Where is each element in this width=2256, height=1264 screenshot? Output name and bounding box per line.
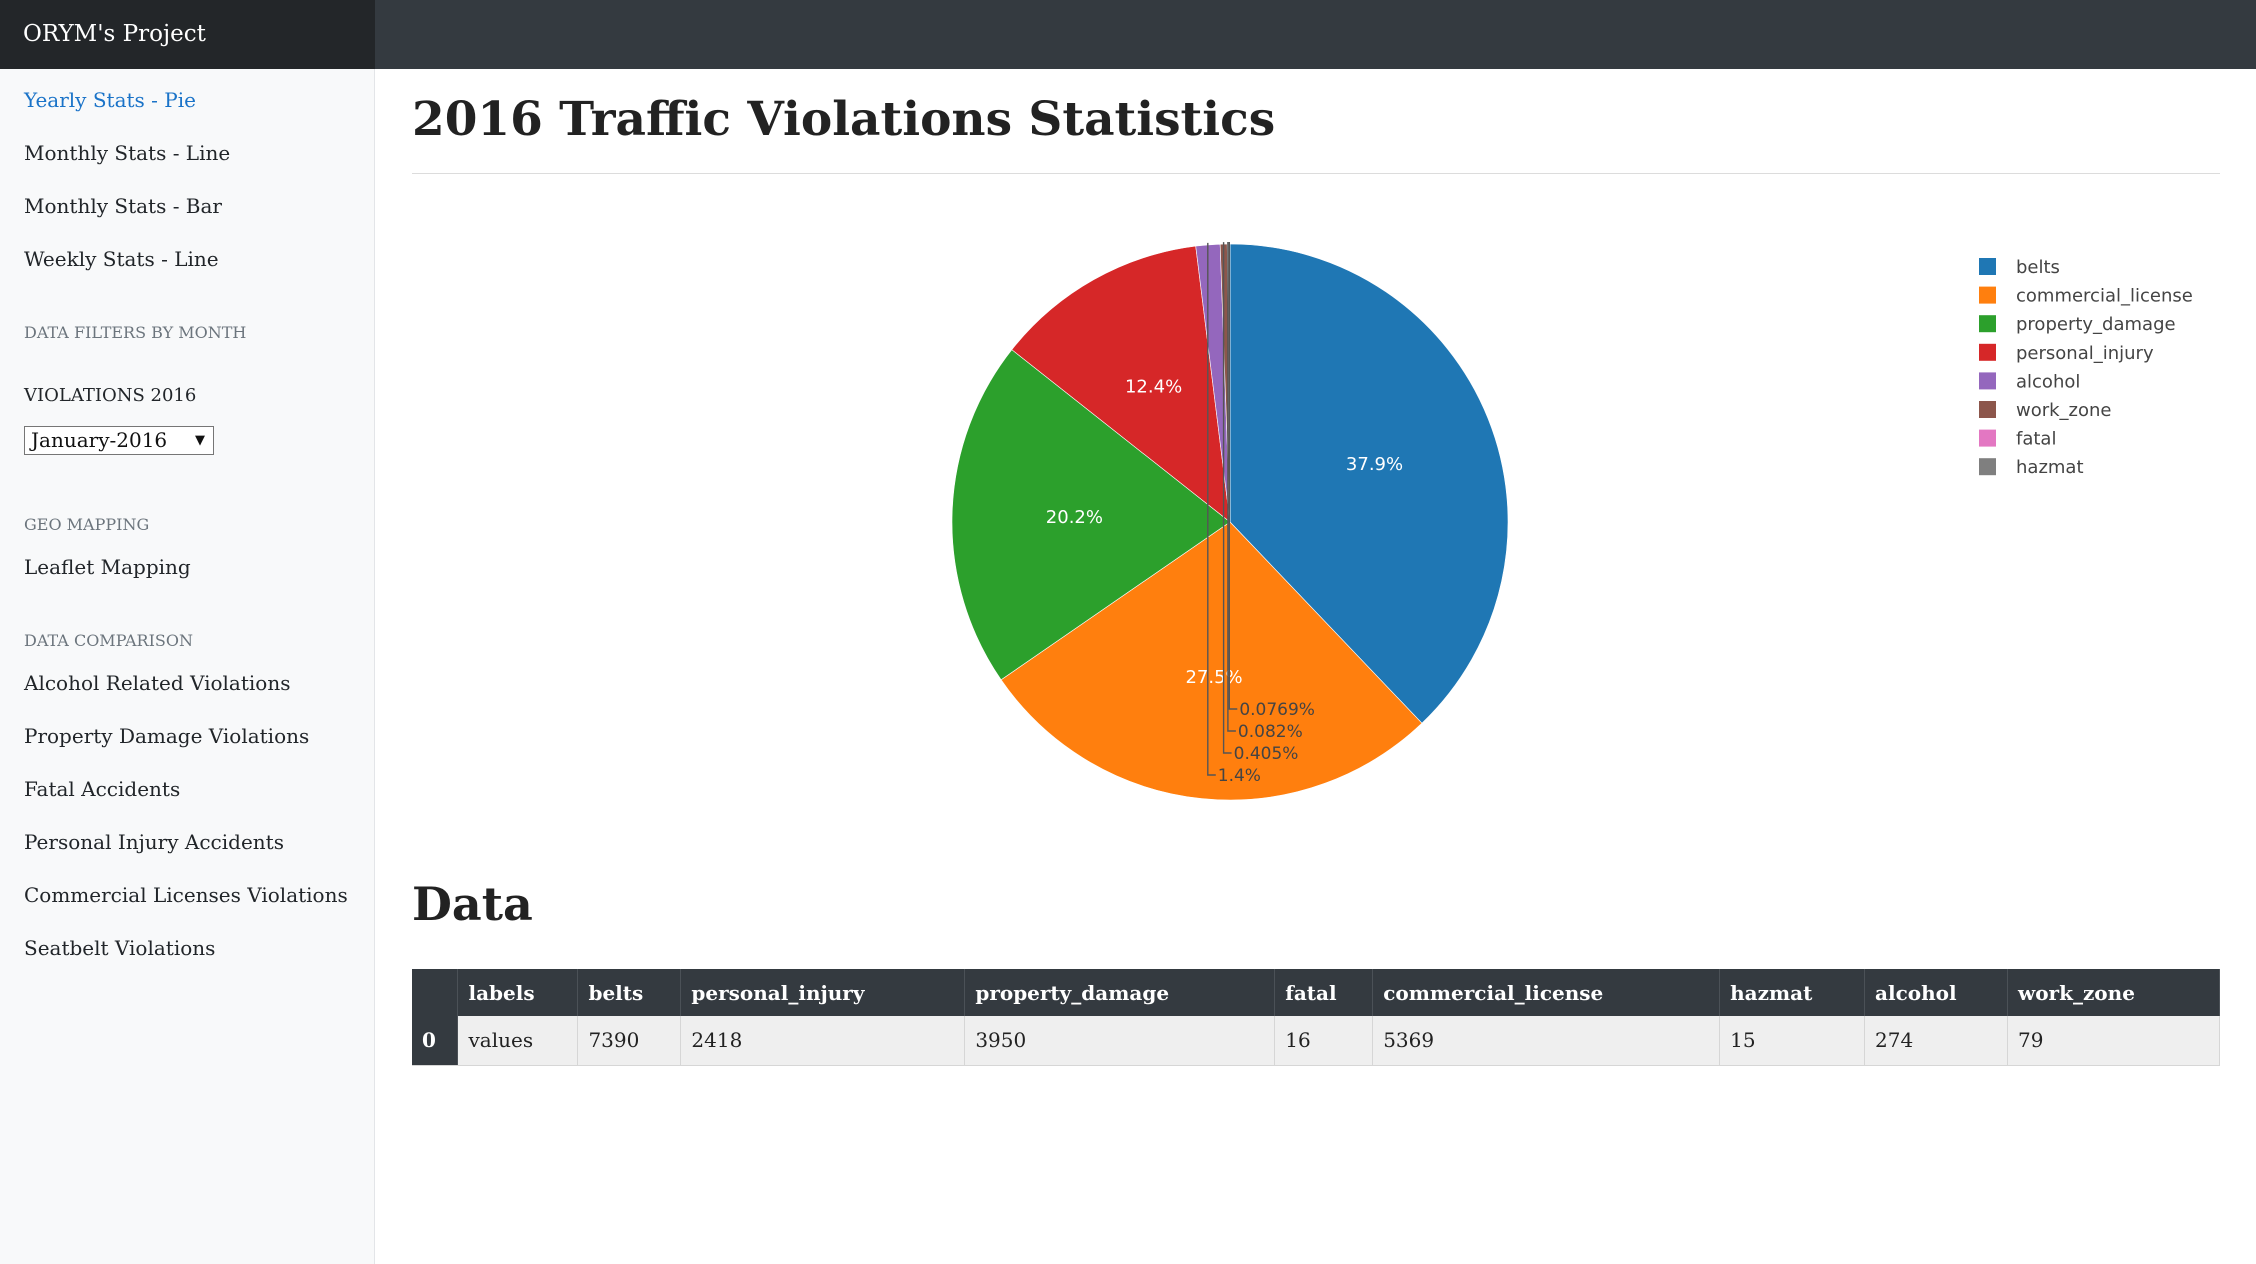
- pie-label-fatal: 0.082%: [1238, 722, 1303, 742]
- nav-alcohol-related-violations[interactable]: Alcohol Related Violations: [24, 671, 290, 695]
- legend-item-fatal[interactable]: fatal: [1979, 429, 2056, 450]
- legend-item-alcohol[interactable]: alcohol: [1979, 371, 2080, 392]
- legend-label: personal_injury: [2016, 343, 2154, 364]
- table-cell: 7390: [577, 1016, 682, 1066]
- legend-swatch: [1979, 458, 1996, 476]
- legend-swatch: [1979, 258, 1996, 275]
- table-row: 0 values 7390 2418 3950 16 5369 15 274 79: [412, 1016, 2220, 1066]
- table-cell: 2418: [680, 1016, 966, 1066]
- legend-item-hazmat[interactable]: hazmat: [1979, 457, 2084, 478]
- pie-label-commercial-license: 27.5%: [1185, 667, 1242, 688]
- nav-monthly-stats-line[interactable]: Monthly Stats - Line: [24, 141, 230, 165]
- table-header-cell[interactable]: fatal: [1274, 969, 1374, 1016]
- title-divider: [412, 173, 2220, 174]
- table-cell: 15: [1719, 1016, 1866, 1066]
- table-cell: 274: [1864, 1016, 2008, 1066]
- sidebar: Yearly Stats - Pie Monthly Stats - Line …: [0, 69, 375, 1264]
- legend-swatch: [1979, 286, 1996, 304]
- table-cell: 5369: [1372, 1016, 1721, 1066]
- legend-swatch: [1979, 429, 1996, 447]
- pie-label-hazmat: 0.0769%: [1239, 700, 1315, 720]
- pie-chart: 37.9% 27.5% 20.2% 12.4% 0.0769%0.082%0.405%…: [951, 242, 2193, 801]
- nav-property-damage-violations[interactable]: Property Damage Violations: [24, 724, 309, 748]
- legend-swatch: [1979, 315, 1996, 333]
- nav-seatbelt-violations[interactable]: Seatbelt Violations: [24, 936, 215, 960]
- nav-personal-injury-accidents[interactable]: Personal Injury Accidents: [24, 830, 284, 854]
- dropdown-arrow-icon: ▼: [195, 433, 205, 448]
- month-select[interactable]: January-2016 ▼: [24, 426, 214, 455]
- table-header-cell[interactable]: commercial_license: [1372, 969, 1721, 1016]
- table-cell: 79: [2007, 1016, 2220, 1066]
- nav-fatal-accidents[interactable]: Fatal Accidents: [24, 777, 180, 801]
- legend-item-property-damage[interactable]: property_damage: [1979, 314, 2176, 335]
- data-table: labels belts personal_injury property_damag…: [412, 969, 2220, 1066]
- table-cell: 3950: [964, 1016, 1276, 1066]
- legend-item-personal-injury[interactable]: personal_injury: [1979, 343, 2154, 364]
- legend-label: belts: [2016, 257, 2060, 278]
- nav-yearly-stats-pie[interactable]: Yearly Stats - Pie: [24, 88, 196, 112]
- legend-label: property_damage: [2016, 314, 2176, 335]
- nav-monthly-stats-bar[interactable]: Monthly Stats - Bar: [24, 194, 222, 218]
- legend-label: work_zone: [2016, 400, 2112, 421]
- table-cell: values: [457, 1016, 579, 1066]
- nav-leaflet-mapping[interactable]: Leaflet Mapping: [24, 555, 191, 579]
- data-section-title: Data: [412, 877, 533, 931]
- legend-swatch: [1979, 343, 1996, 361]
- legend-item-work-zone[interactable]: work_zone: [1979, 400, 2112, 421]
- chart-legend: belts commercial_license property_damagepe…: [1979, 257, 2193, 478]
- table-header-cell[interactable]: work_zone: [2007, 969, 2220, 1016]
- brand-title[interactable]: ORYM's Project: [0, 0, 375, 69]
- legend-label: hazmat: [2016, 457, 2084, 478]
- pie-label-belts: 37.9%: [1346, 454, 1403, 475]
- table-header-cell[interactable]: labels: [457, 969, 579, 1016]
- pie-label-property-damage: 20.2%: [1046, 507, 1103, 528]
- nav-commercial-licenses-violations[interactable]: Commercial Licenses Violations: [24, 883, 348, 907]
- pie-label-work-zone: 0.405%: [1234, 744, 1299, 764]
- legend-item-commercial-license[interactable]: commercial_license: [1979, 286, 2193, 307]
- table-header-cell[interactable]: hazmat: [1719, 969, 1866, 1016]
- legend-swatch: [1979, 372, 1996, 390]
- page-title: 2016 Traffic Violations Statistics: [412, 92, 1276, 147]
- pie-label-personal-injury: 12.4%: [1125, 376, 1182, 397]
- pie-label-alcohol: 1.4%: [1218, 766, 1261, 786]
- table-header-cell[interactable]: personal_injury: [680, 969, 966, 1016]
- row-index-cell: 0: [412, 1016, 459, 1066]
- legend-swatch: [1979, 401, 1996, 418]
- legend-label: commercial_license: [2016, 286, 2193, 307]
- legend-label: alcohol: [2016, 371, 2080, 392]
- legend-item-belts[interactable]: belts: [1979, 257, 2060, 278]
- month-select-value: January-2016: [31, 428, 168, 452]
- table-header-cell[interactable]: belts: [577, 969, 682, 1016]
- violations-label: VIOLATIONS 2016: [24, 385, 197, 406]
- table-header-cell[interactable]: [412, 969, 459, 1016]
- nav-weekly-stats-line[interactable]: Weekly Stats - Line: [24, 247, 219, 271]
- geo-mapping-heading: GEO MAPPING: [24, 515, 150, 534]
- table-header-row: labels belts personal_injury property_damag…: [412, 969, 2220, 1016]
- legend-label: fatal: [2016, 429, 2056, 450]
- pie-slices: 37.9% 27.5% 20.2% 12.4%: [951, 243, 1509, 801]
- table-header-cell[interactable]: property_damage: [964, 969, 1276, 1016]
- table-header-cell[interactable]: alcohol: [1864, 969, 2008, 1016]
- data-comparison-heading: DATA COMPARISON: [24, 631, 193, 650]
- filters-heading: DATA FILTERS BY MONTH: [24, 323, 247, 342]
- table-cell: 16: [1274, 1016, 1374, 1066]
